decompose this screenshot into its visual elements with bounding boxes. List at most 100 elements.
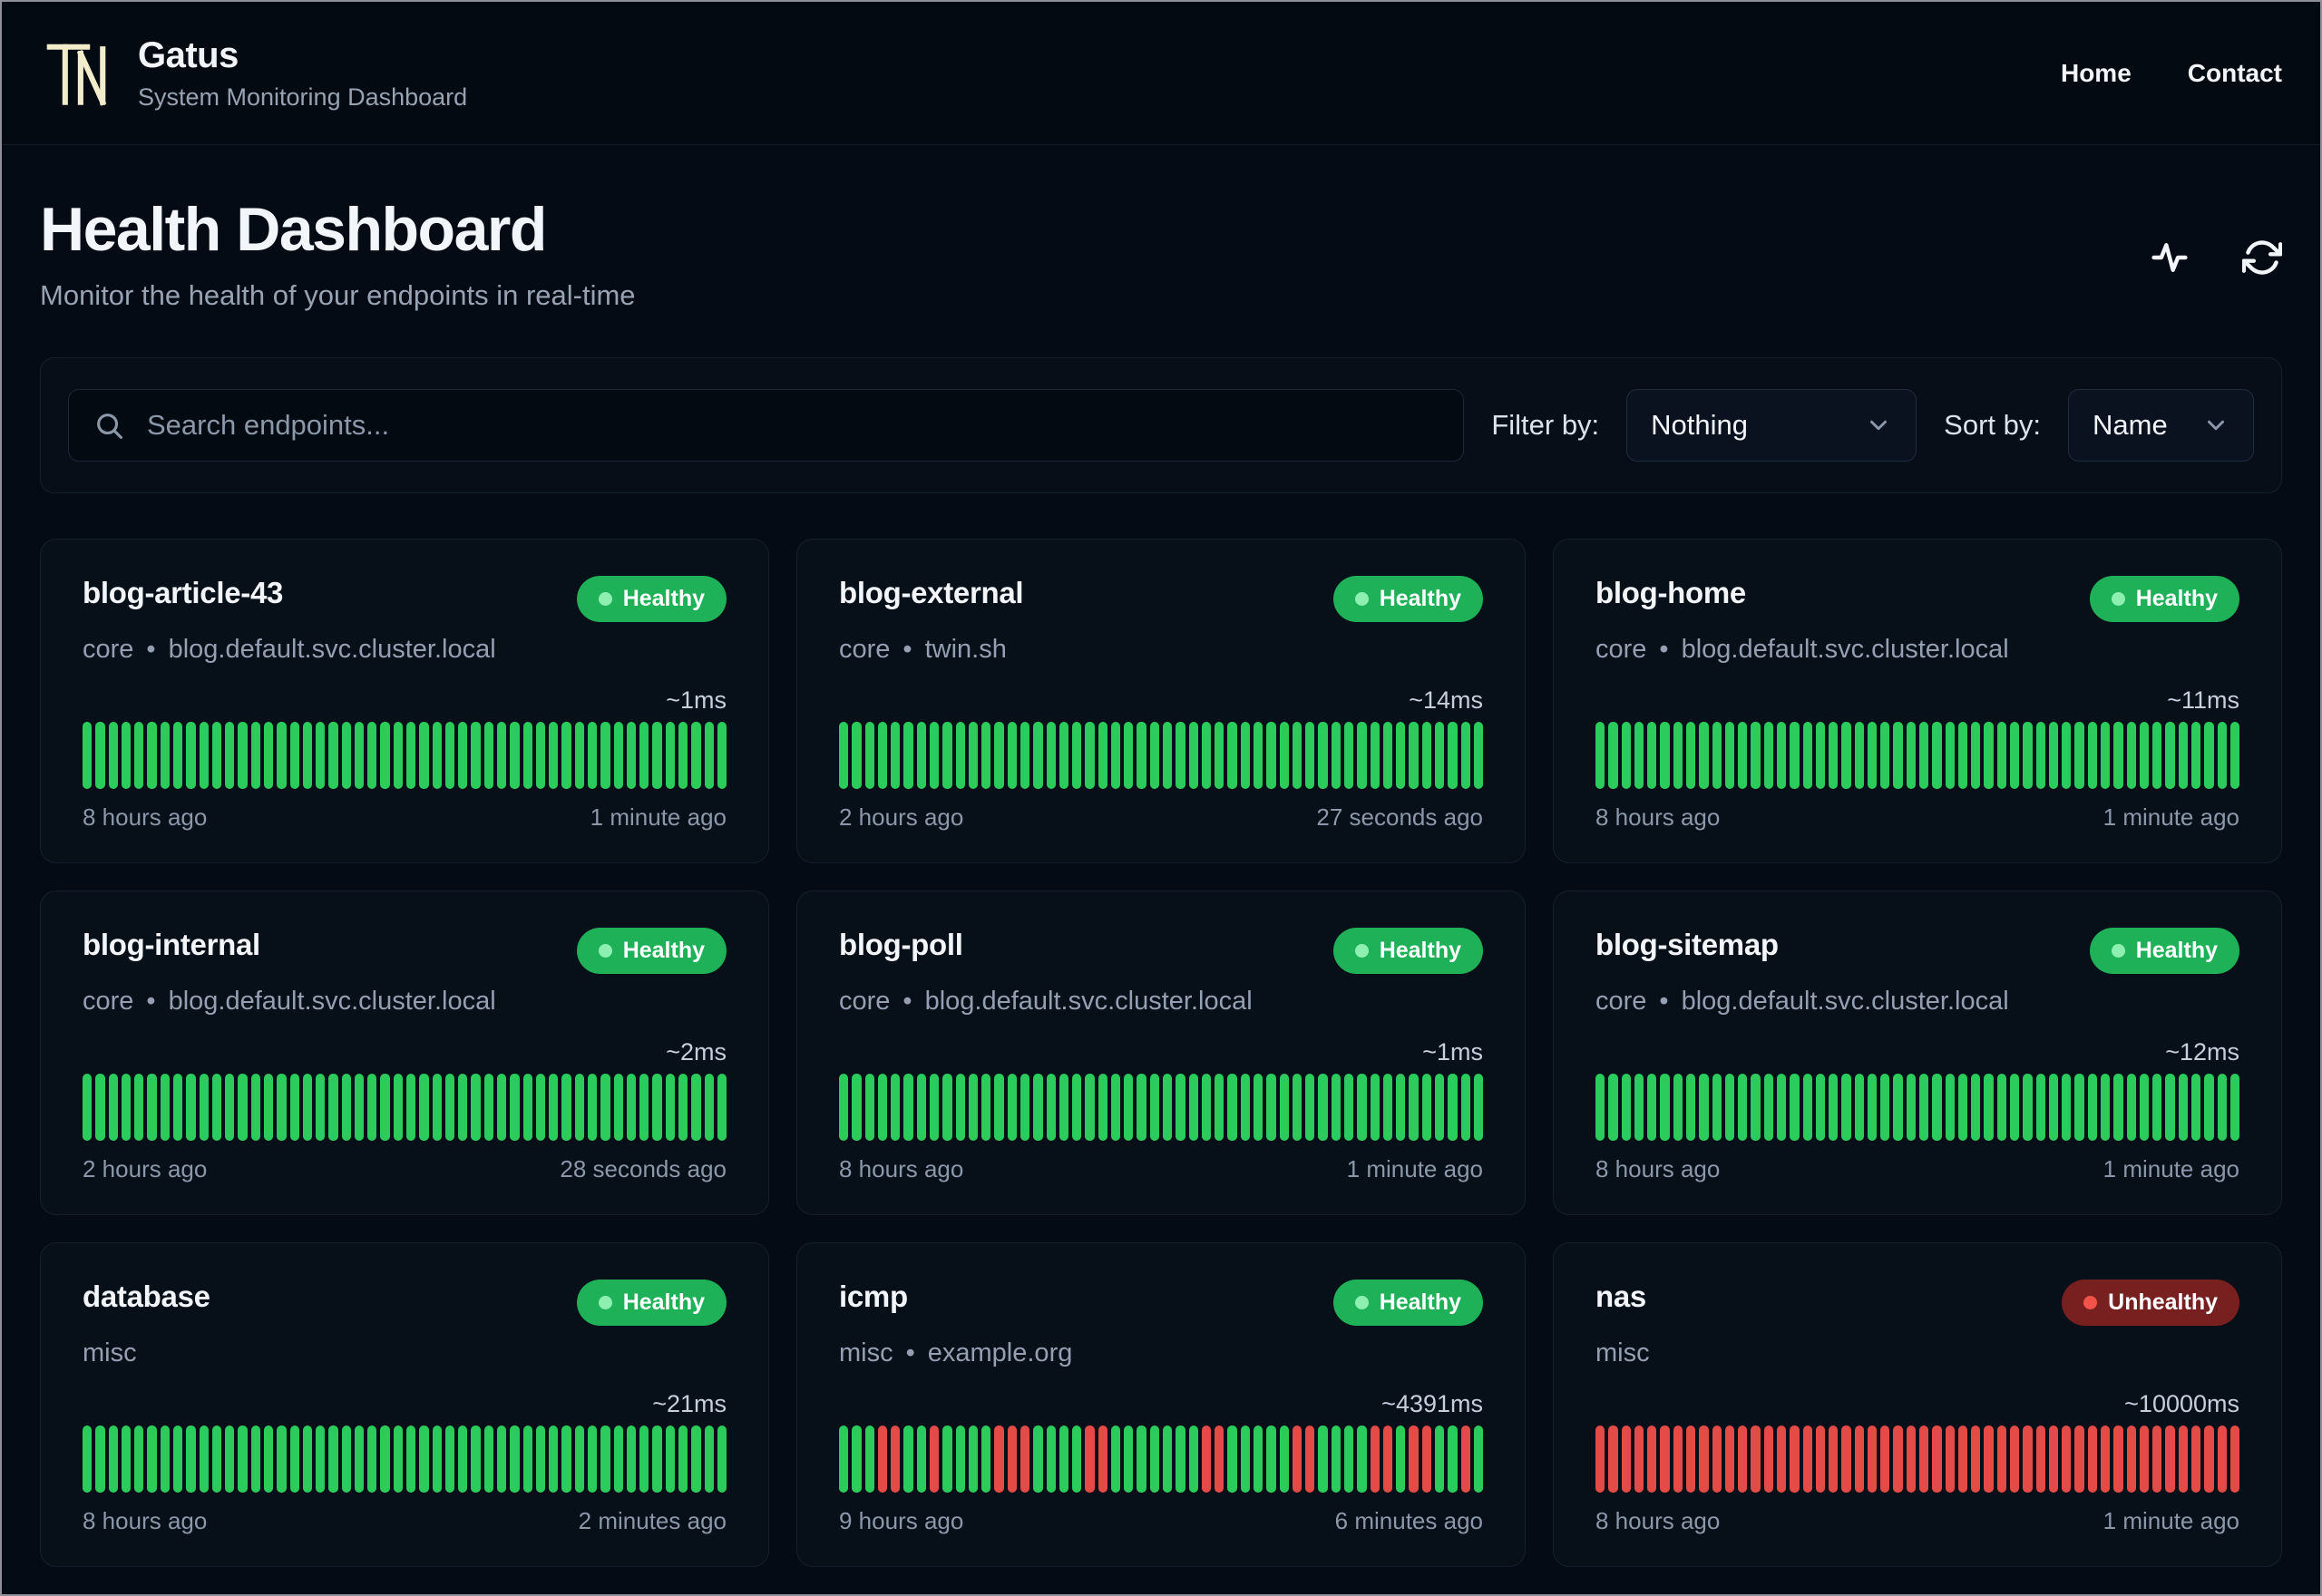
uptime-bar [1292,1074,1302,1141]
uptime-bar [1802,722,1812,789]
endpoint-card[interactable]: blog-poll Healthy core • blog.default.sv… [796,890,1526,1215]
search-input[interactable] [68,389,1465,462]
uptime-bar [225,1426,235,1493]
endpoint-card[interactable]: database Healthy misc ~21ms 8 hours ago … [40,1242,769,1567]
endpoint-card[interactable]: blog-home Healthy core • blog.default.sv… [1553,539,2282,863]
page-head-text: Health Dashboard Monitor the health of y… [40,194,636,312]
status-label: Healthy [1379,938,1461,963]
nav-link-home[interactable]: Home [2061,59,2132,88]
status-badge: Healthy [576,576,727,622]
uptime-bar [1409,1426,1419,1493]
uptime-bar [250,722,260,789]
uptime-bar [2190,1426,2201,1493]
uptime-bar [1343,1074,1354,1141]
status-dot-icon [1354,1296,1369,1309]
endpoint-meta: core • blog.default.svc.cluster.local [1595,635,2239,665]
uptime-bars [839,1074,1484,1141]
uptime-bar [1318,1426,1328,1493]
endpoint-meta: core • blog.default.svc.cluster.local [83,635,727,665]
uptime-bar [1608,1426,1618,1493]
uptime-bar [1382,1074,1393,1141]
uptime-bar [134,1074,144,1141]
uptime-bar [1059,1074,1069,1141]
uptime-bar [2048,722,2059,789]
uptime-bar [510,1074,520,1141]
endpoint-host: blog.default.svc.cluster.local [1681,987,2009,1016]
uptime-bar [328,722,338,789]
activity-icon[interactable] [2150,238,2190,277]
uptime-bar [704,1074,714,1141]
uptime-bar [839,1074,849,1141]
uptime-bar [665,1074,675,1141]
uptime-bar [2074,722,2084,789]
uptime-bar [277,722,287,789]
uptime-bar [535,722,546,789]
uptime-bar [1790,722,1800,789]
uptime-bar [1984,1074,1994,1141]
uptime-bar [134,1426,144,1493]
uptime-bar [2165,722,2175,789]
uptime-bar [160,1074,170,1141]
uptime-bar [2100,1426,2111,1493]
endpoint-group: core [839,987,891,1016]
uptime-bar [1020,722,1030,789]
endpoint-card[interactable]: icmp Healthy misc • example.org ~4391ms … [796,1242,1526,1567]
endpoint-card[interactable]: blog-external Healthy core • twin.sh ~14… [796,539,1526,863]
sort-dropdown[interactable]: Name [2068,389,2254,462]
uptime-bar [250,1074,260,1141]
uptime-bar [942,722,952,789]
uptime-bar [2204,1074,2214,1141]
nav-link-contact[interactable]: Contact [2188,59,2282,88]
uptime-bar [678,722,688,789]
uptime-bar [1932,1426,1942,1493]
brand-text: Gatus System Monitoring Dashboard [138,35,467,112]
uptime-bar [160,722,170,789]
uptime-bar [1673,1426,1683,1493]
endpoint-host: twin.sh [924,635,1007,664]
uptime-bar [1240,1426,1250,1493]
status-dot-icon [2111,592,2125,606]
status-dot-icon [598,944,612,958]
uptime-bar [108,1074,118,1141]
uptime-bar [2152,1426,2162,1493]
uptime-bar [1595,1074,1605,1141]
app-title: Gatus [138,34,239,75]
uptime-bar [328,1074,338,1141]
uptime-bar [393,722,404,789]
uptime-bar [121,1426,132,1493]
uptime-bars [839,722,1484,789]
uptime-bar [238,1074,248,1141]
endpoint-card[interactable]: nas Unhealthy misc ~10000ms 8 hours ago … [1553,1242,2282,1567]
status-dot-icon [598,592,612,606]
chevron-down-icon [2208,420,2224,431]
endpoint-card[interactable]: blog-sitemap Healthy core • blog.default… [1553,890,2282,1215]
uptime-bar [549,1426,559,1493]
refresh-icon[interactable] [2242,238,2282,277]
uptime-bar [172,1074,183,1141]
uptime-bar [574,1074,584,1141]
uptime-bar [263,1074,274,1141]
endpoint-card[interactable]: blog-article-43 Healthy core • blog.defa… [40,539,769,863]
latency-value: ~2ms [666,1038,727,1066]
filter-dropdown[interactable]: Nothing [1626,389,1917,462]
uptime-bar [211,1426,222,1493]
uptime-bar [1854,1074,1864,1141]
uptime-bar [2023,722,2033,789]
uptime-bar [1906,722,1917,789]
uptime-bar [561,722,571,789]
uptime-bar [1971,722,1981,789]
uptime-bar [994,1074,1004,1141]
uptime-bar [1046,1426,1056,1493]
uptime-bar [864,1426,874,1493]
uptime-bar [678,1426,688,1493]
uptime-bar [121,1074,132,1141]
endpoint-card[interactable]: blog-internal Healthy core • blog.defaul… [40,890,769,1215]
uptime-bar [877,1074,888,1141]
uptime-bar [2023,1074,2033,1141]
status-label: Healthy [2135,586,2218,611]
latency-value: ~21ms [652,1390,727,1417]
filter-value: Nothing [1651,409,1749,441]
uptime-bar [916,722,926,789]
uptime-bar [199,1426,209,1493]
uptime-bar [2087,722,2097,789]
